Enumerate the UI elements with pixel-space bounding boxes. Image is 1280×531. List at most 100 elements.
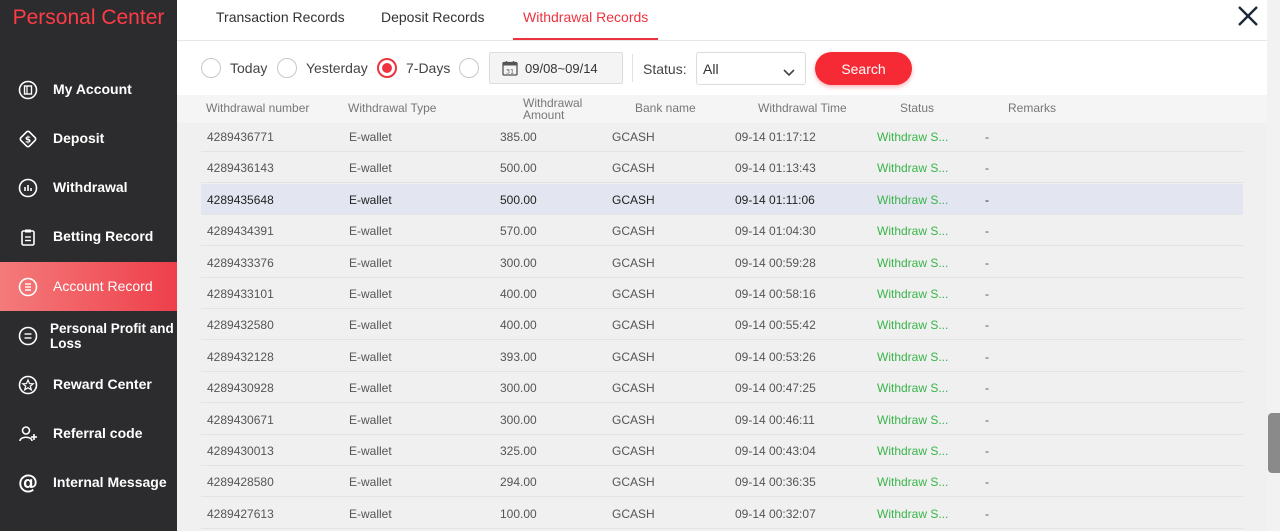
- scrollbar-thumb[interactable]: [1268, 413, 1280, 473]
- withdrawal-time: 09-14 01:13:43: [735, 161, 816, 176]
- remarks: -: [985, 255, 989, 270]
- status-text: Withdraw S...: [877, 349, 949, 364]
- column-header: Withdrawal Time: [758, 101, 847, 115]
- sidebar-item-referral-code[interactable]: Referral code: [0, 409, 177, 458]
- withdrawal-type: E-wallet: [349, 130, 392, 144]
- radio-label-yesterday: Yesterday: [306, 60, 368, 76]
- withdrawal-amount: 300.00: [500, 381, 537, 396]
- deposit-icon: $: [18, 129, 38, 149]
- bank-name: GCASH: [612, 506, 655, 521]
- withdrawal-type: E-wallet: [349, 349, 392, 364]
- withdrawal-amount: 400.00: [500, 318, 537, 333]
- table-row[interactable]: 4289436771 E-wallet 385.00 GCASH 09-14 01:17…: [201, 121, 1243, 152]
- sidebar-item-label: Referral code: [53, 425, 143, 441]
- table-row[interactable]: 4289435648 E-wallet 500.00 GCASH 09-14 01:11…: [201, 183, 1243, 215]
- withdrawal-amount: 570.00: [500, 224, 537, 239]
- chevron-down-icon: [783, 64, 795, 80]
- svg-text:31: 31: [506, 67, 514, 75]
- withdrawal-time: 09-14 00:55:42: [735, 318, 816, 333]
- remarks: -: [985, 192, 989, 207]
- table-row[interactable]: 4289434391 E-wallet 570.00 GCASH 09-14 01:04…: [201, 215, 1243, 247]
- status-select[interactable]: All: [696, 52, 806, 85]
- radio-custom-range[interactable]: [459, 58, 479, 78]
- date-range-value: 09/08~09/14: [525, 60, 598, 76]
- withdrawal-number: 4289435648: [207, 192, 274, 207]
- account-icon: [18, 80, 38, 100]
- at-icon: @: [18, 473, 38, 493]
- sidebar-item-reward-center[interactable]: Reward Center: [0, 360, 177, 409]
- sidebar-item-betting-record[interactable]: Betting Record: [0, 212, 177, 261]
- remarks: -: [985, 287, 989, 301]
- table-row[interactable]: 4289428580 E-wallet 294.00 GCASH 09-14 00:36…: [201, 466, 1243, 498]
- table-body: 4289436771 E-wallet 385.00 GCASH 09-14 01:17…: [177, 123, 1267, 531]
- withdrawal-type: E-wallet: [349, 318, 392, 333]
- table-row[interactable]: 4289427613 E-wallet 100.00 GCASH 09-14 00:32…: [201, 498, 1243, 529]
- table-row[interactable]: 4289432580 E-wallet 400.00 GCASH 09-14 00:55…: [201, 309, 1243, 341]
- sidebar-item-deposit[interactable]: $ Deposit: [0, 114, 177, 163]
- withdrawal-amount: 400.00: [500, 287, 537, 301]
- table-row[interactable]: 4289436143 E-wallet 500.00 GCASH 09-14 01:13…: [201, 152, 1243, 184]
- status-select-value: All: [703, 60, 719, 77]
- table-row[interactable]: 4289430013 E-wallet 325.00 GCASH 09-14 00:43…: [201, 435, 1243, 466]
- status-text: Withdraw S...: [877, 318, 949, 333]
- close-icon[interactable]: [1235, 3, 1261, 29]
- withdrawal-type: E-wallet: [349, 224, 392, 239]
- sidebar-item-profit-loss[interactable]: Personal Profit and Loss: [0, 311, 177, 360]
- bank-name: GCASH: [612, 318, 655, 333]
- search-button[interactable]: Search: [815, 52, 912, 85]
- column-header: Withdrawal Type: [348, 101, 437, 115]
- withdrawal-type: E-wallet: [349, 381, 392, 396]
- radio-today[interactable]: [201, 58, 221, 78]
- remarks: -: [985, 381, 989, 396]
- column-header: Withdrawal Amount: [523, 96, 583, 122]
- withdrawal-type: E-wallet: [349, 444, 392, 458]
- svg-text:@: @: [18, 473, 38, 493]
- radio-7-days[interactable]: [377, 58, 397, 78]
- sidebar-item-label: Account Record: [53, 278, 153, 294]
- status-text: Withdraw S...: [877, 412, 949, 427]
- withdrawal-time: 09-14 01:11:06: [735, 192, 815, 207]
- withdrawal-number: 4289430928: [207, 381, 274, 396]
- sidebar-item-account-record[interactable]: Account Record: [0, 262, 177, 311]
- status-text: Withdraw S...: [877, 161, 949, 176]
- radio-yesterday[interactable]: [277, 58, 297, 78]
- remarks: -: [985, 475, 989, 490]
- tab-withdrawal-records[interactable]: Withdrawal Records: [513, 0, 659, 40]
- withdrawal-type: E-wallet: [349, 161, 392, 176]
- remarks: -: [985, 161, 989, 176]
- status-text: Withdraw S...: [877, 130, 949, 144]
- sidebar-item-label: My Account: [53, 81, 132, 97]
- table-row[interactable]: 4289432128 E-wallet 393.00 GCASH 09-14 00:53…: [201, 341, 1243, 372]
- status-text: Withdraw S...: [877, 444, 949, 458]
- column-header: Withdrawal number: [206, 101, 310, 115]
- status-text: Withdraw S...: [877, 224, 949, 239]
- withdrawal-number: 4289432128: [207, 349, 274, 364]
- profit-icon: [18, 326, 38, 346]
- sidebar-item-withdrawal[interactable]: Withdrawal: [0, 163, 177, 212]
- sidebar-item-internal-message[interactable]: @ Internal Message: [0, 458, 177, 507]
- tab-deposit-records[interactable]: Deposit Records: [381, 0, 485, 40]
- status-text: Withdraw S...: [877, 287, 949, 301]
- withdrawal-type: E-wallet: [349, 255, 392, 270]
- table-row[interactable]: 4289430928 E-wallet 300.00 GCASH 09-14 00:47…: [201, 372, 1243, 404]
- remarks: -: [985, 318, 989, 333]
- divider: [632, 54, 633, 82]
- withdrawal-time: 09-14 00:32:07: [735, 506, 816, 521]
- table-row[interactable]: 4289430671 E-wallet 300.00 GCASH 09-14 00:46…: [201, 404, 1243, 435]
- sidebar-item-my-account[interactable]: My Account: [0, 65, 177, 114]
- column-header: Status: [900, 101, 935, 115]
- status-text: Withdraw S...: [877, 255, 949, 270]
- withdrawal-time: 09-14 00:46:11: [735, 412, 815, 427]
- status-text: Withdraw S...: [877, 381, 949, 396]
- column-header: Bank name: [635, 101, 696, 115]
- table-row[interactable]: 4289433376 E-wallet 300.00 GCASH 09-14 00:59…: [201, 247, 1243, 278]
- bank-name: GCASH: [612, 444, 655, 458]
- withdrawal-time: 09-14 01:04:30: [735, 224, 816, 239]
- withdrawal-time: 09-14 00:59:28: [735, 255, 816, 270]
- date-range-picker[interactable]: 31 09/08~09/14: [489, 52, 623, 84]
- tab-bar: Transaction Records Deposit Records With…: [177, 0, 1267, 41]
- table-row[interactable]: 4289433101 E-wallet 400.00 GCASH 09-14 00:58…: [201, 278, 1243, 309]
- tab-transaction-records[interactable]: Transaction Records: [216, 0, 345, 40]
- withdrawal-number: 4289433101: [207, 287, 274, 301]
- status-text: Withdraw S...: [877, 192, 949, 207]
